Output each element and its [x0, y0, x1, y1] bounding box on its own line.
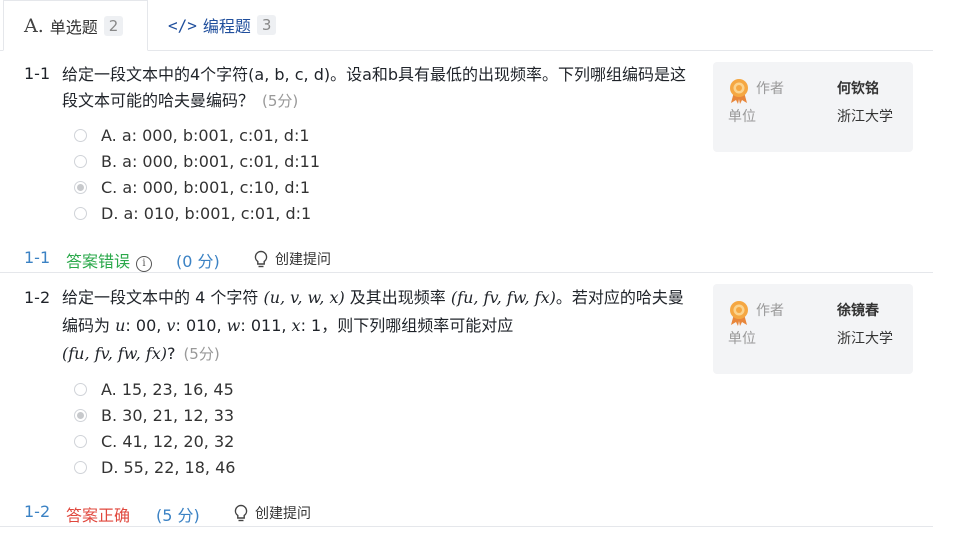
code-icon: </> [168, 15, 197, 35]
answer-result: 答案正确 [66, 506, 131, 525]
math-expression: x [291, 316, 301, 335]
text-segment: 及其出现频率 [344, 288, 451, 307]
radio-button[interactable] [74, 128, 87, 142]
radio-button[interactable] [74, 434, 87, 448]
tab-programming[interactable]: </> 编程题 3 [168, 0, 277, 50]
question-text: 给定一段文本中的4个字符(a, b, c, d)。设a和b具有最低的出现频率。下… [62, 62, 702, 114]
question-score: (5分) [183, 345, 220, 363]
award-medal-icon [730, 79, 748, 104]
text-segment: : 011, [240, 316, 292, 335]
radio-button[interactable] [74, 154, 87, 168]
radio-button[interactable] [74, 460, 87, 474]
points-earned: (0 分) [176, 252, 220, 271]
lightbulb-icon [234, 504, 248, 522]
tab-single-choice[interactable]: A. 单选题 2 [3, 0, 148, 51]
tab-label: 单选题 [49, 17, 98, 37]
radio-button-selected[interactable] [74, 408, 87, 422]
tab-label: 编程题 [202, 17, 251, 36]
math-expression: (u, v, w, x) [263, 288, 345, 307]
math-expression: (fu, fv, fw, fx) [450, 288, 556, 307]
option-label: D. 55, 22, 18, 46 [101, 457, 236, 477]
option-list: A. a: 000, b:001, c:01, d:1 B. a: 000, b… [74, 122, 320, 226]
option-label: D. a: 010, b:001, c:01, d:1 [101, 203, 312, 223]
question-number: 1-1 [24, 64, 51, 83]
option-label: C. a: 000, b:001, c:10, d:1 [101, 177, 311, 197]
author-name: 徐镜春 [837, 303, 879, 319]
question-type-tabs: A. 单选题 2 </> 编程题 3 [0, 0, 933, 51]
single-choice-icon: A. [24, 14, 44, 37]
points-earned: (5 分) [156, 506, 200, 525]
create-question-label: 创建提问 [255, 506, 311, 522]
option-label: A. a: 000, b:001, c:01, d:1 [101, 125, 310, 145]
info-icon[interactable]: i [136, 256, 153, 272]
tab-count-badge: 3 [256, 15, 277, 35]
text-segment: : 010, [175, 316, 227, 335]
answer-status-bar: 1-1 答案错误 i (0 分) 创建提问 [0, 246, 933, 273]
question-score: (5分) [262, 92, 299, 110]
option-c[interactable]: C. 41, 12, 20, 32 [74, 428, 235, 454]
text-segment: : 1，则下列哪组频率可能对应 [300, 316, 514, 335]
option-label: C. 41, 12, 20, 32 [101, 431, 235, 451]
author-name: 何钦铭 [837, 81, 879, 97]
status-question-number: 1-1 [24, 248, 51, 267]
create-question-button[interactable]: 创建提问 [233, 503, 311, 523]
math-expression: (fu, fv, fw, fx) [62, 344, 167, 363]
option-d[interactable]: D. a: 010, b:001, c:01, d:1 [74, 200, 320, 226]
option-label: B. 30, 21, 12, 33 [101, 405, 235, 425]
result-text: 答案错误 [66, 252, 131, 271]
tab-count-badge: 2 [103, 15, 124, 36]
unit-name: 浙江大学 [837, 331, 893, 347]
author-label: 作者 [756, 303, 784, 319]
create-question-label: 创建提问 [275, 252, 331, 268]
unit-label: 单位 [728, 109, 756, 125]
radio-button[interactable] [74, 382, 87, 396]
option-b[interactable]: B. 30, 21, 12, 33 [74, 402, 235, 428]
text-segment: 给定一段文本中的 4 个字符 [62, 288, 264, 307]
create-question-button[interactable]: 创建提问 [253, 249, 331, 269]
question-stem: 给定一段文本中的4个字符(a, b, c, d)。设a和b具有最低的出现频率。下… [62, 65, 687, 110]
radio-button[interactable] [74, 206, 87, 220]
radio-button-selected[interactable] [74, 180, 87, 194]
author-label: 作者 [756, 81, 784, 97]
option-c[interactable]: C. a: 000, b:001, c:10, d:1 [74, 174, 320, 200]
status-question-number: 1-2 [24, 502, 51, 521]
answer-status-bar: 1-2 答案正确 (5 分) 创建提问 [0, 500, 933, 527]
question-text: 给定一段文本中的 4 个字符 (u, v, w, x) 及其出现频率 (fu, … [62, 284, 697, 368]
unit-label: 单位 [728, 331, 756, 347]
option-b[interactable]: B. a: 000, b:001, c:01, d:11 [74, 148, 320, 174]
math-expression: w [226, 316, 241, 335]
option-a[interactable]: A. a: 000, b:001, c:01, d:1 [74, 122, 320, 148]
text-segment: : 00, [125, 316, 167, 335]
option-label: B. a: 000, b:001, c:01, d:11 [101, 151, 321, 171]
answer-result: 答案错误 i [66, 248, 153, 272]
option-label: A. 15, 23, 16, 45 [101, 379, 234, 399]
author-card: 作者 何钦铭 单位 浙江大学 [713, 62, 913, 152]
option-list: A. 15, 23, 16, 45 B. 30, 21, 12, 33 C. 4… [74, 376, 235, 480]
math-expression: u [115, 316, 126, 335]
lightbulb-icon [254, 250, 268, 268]
option-a[interactable]: A. 15, 23, 16, 45 [74, 376, 235, 402]
award-medal-icon [730, 301, 748, 326]
option-d[interactable]: D. 55, 22, 18, 46 [74, 454, 235, 480]
author-card: 作者 徐镜春 单位 浙江大学 [713, 284, 913, 374]
question-number: 1-2 [24, 288, 51, 307]
text-segment: ? [166, 344, 176, 363]
unit-name: 浙江大学 [837, 109, 893, 125]
